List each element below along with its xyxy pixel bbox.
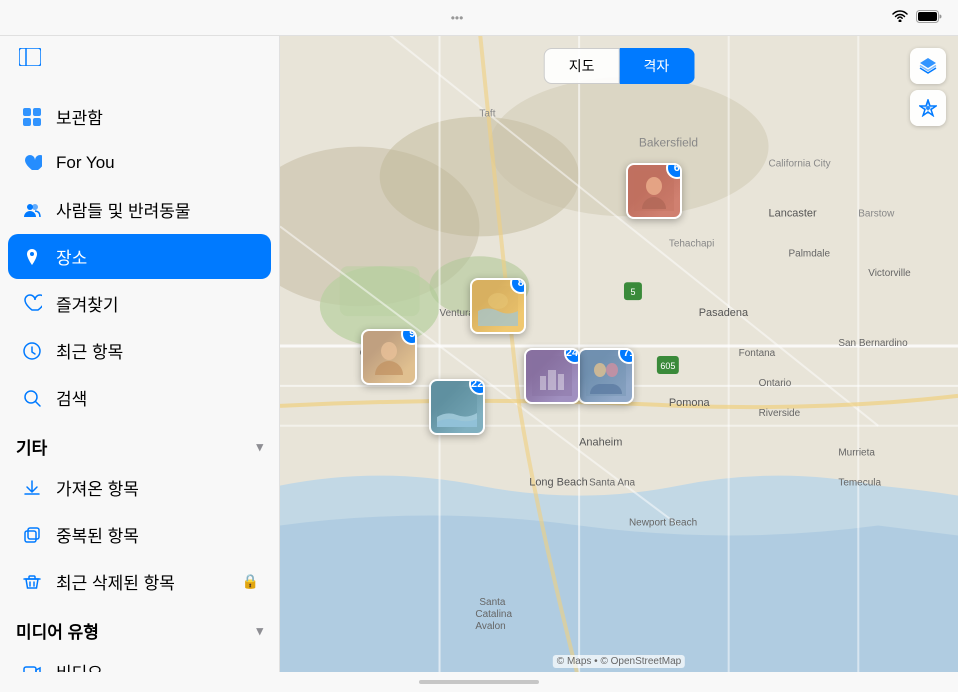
svg-text:Long Beach: Long Beach xyxy=(529,477,587,489)
section-label-mediatype: 미디어 유형 xyxy=(16,618,99,643)
svg-text:Santa: Santa xyxy=(479,597,506,608)
sidebar-nav: 보관함 For You 사람들 및 반려동물장소즐겨찾기최근 항목검색 xyxy=(0,94,279,420)
status-bar: ••• xyxy=(0,0,958,36)
home-bar xyxy=(419,680,539,684)
svg-text:Oxnard: Oxnard xyxy=(360,348,393,359)
location-button[interactable] xyxy=(910,90,946,126)
sidebar-header xyxy=(0,36,279,78)
status-bar-right xyxy=(892,10,942,26)
sidebar-toggle-button[interactable] xyxy=(16,48,44,70)
recents-nav-icon xyxy=(20,339,44,363)
sidebar-item-duplicates[interactable]: 중복된 항목 xyxy=(8,512,271,557)
svg-text:Lancaster: Lancaster xyxy=(769,207,817,219)
svg-text:Bakersfield: Bakersfield xyxy=(639,136,698,150)
places-nav-icon xyxy=(20,245,44,269)
imported-icon xyxy=(20,476,44,500)
section-header-mediatype[interactable]: 미디어 유형 ▾ xyxy=(0,604,279,647)
svg-text:Catalina: Catalina xyxy=(475,609,512,620)
video-icon xyxy=(20,660,44,673)
sidebar-sections: 기타 ▾ 가져온 항목중복된 항목최근 삭제된 항목 🔒 미디어 유형 ▾ 비디오셀피Liv… xyxy=(0,420,279,672)
svg-text:Victorville: Victorville xyxy=(868,268,911,279)
section-chevron-other: ▾ xyxy=(256,439,263,455)
sidebar-title xyxy=(0,78,279,94)
sidebar: 보관함 For You 사람들 및 반려동물장소즐겨찾기최근 항목검색 기타 ▾ 가져온… xyxy=(0,36,280,672)
map-layers-button[interactable] xyxy=(910,48,946,84)
deleted-lock-icon: 🔒 xyxy=(242,573,259,590)
sidebar-item-search[interactable]: 검색 xyxy=(8,375,271,420)
status-center: ••• xyxy=(451,11,464,25)
svg-text:Newport Beach: Newport Beach xyxy=(629,517,697,528)
favorites-nav-label: 즐겨찾기 xyxy=(56,291,259,316)
sidebar-item-library[interactable]: 보관함 xyxy=(8,94,271,139)
svg-text:Taft: Taft xyxy=(479,109,495,120)
svg-text:5: 5 xyxy=(630,287,635,297)
svg-text:Santa Ana: Santa Ana xyxy=(589,478,635,489)
home-indicator xyxy=(0,672,958,692)
video-label: 비디오 xyxy=(56,659,259,672)
foryou-nav-icon xyxy=(20,151,44,175)
map-tab-map[interactable]: 지도 xyxy=(544,48,620,84)
map-area: Los Angeles Pasadena Pomona Fontana Onta… xyxy=(280,36,958,672)
map-copyright: © Maps • © OpenStreetMap xyxy=(553,655,685,668)
svg-text:605: 605 xyxy=(660,361,675,371)
people-nav-label: 사람들 및 반려동물 xyxy=(56,197,259,222)
ellipsis-icon: ••• xyxy=(451,11,464,25)
svg-text:Fontana: Fontana xyxy=(739,348,776,359)
nav-group-mediatype: 비디오셀피Live Photo인물 사진 xyxy=(0,649,279,672)
svg-text:California City: California City xyxy=(769,159,831,170)
svg-text:Los Angeles: Los Angeles xyxy=(549,353,632,369)
imported-label: 가져온 항목 xyxy=(56,475,259,500)
svg-text:Tehachapi: Tehachapi xyxy=(669,238,714,249)
foryou-nav-label: For You xyxy=(56,153,259,173)
map-tab-grid[interactable]: 격자 xyxy=(620,48,695,84)
wifi-icon xyxy=(892,10,908,25)
svg-text:Barstow: Barstow xyxy=(858,208,895,219)
sidebar-item-deleted[interactable]: 최근 삭제된 항목 🔒 xyxy=(8,559,271,604)
svg-text:Murrieta: Murrieta xyxy=(838,448,875,459)
svg-text:Avalon: Avalon xyxy=(475,621,505,632)
library-nav-icon xyxy=(20,105,44,129)
people-nav-icon xyxy=(20,198,44,222)
map-toolbar: 지도격자 xyxy=(544,48,695,84)
svg-text:Ontario: Ontario xyxy=(759,378,792,389)
svg-text:Anaheim: Anaheim xyxy=(579,437,622,449)
duplicates-icon xyxy=(20,523,44,547)
library-nav-label: 보관함 xyxy=(56,104,259,129)
svg-text:Ventura: Ventura xyxy=(440,308,475,319)
search-nav-icon xyxy=(20,386,44,410)
sidebar-item-video[interactable]: 비디오 xyxy=(8,649,271,672)
favorites-nav-icon xyxy=(20,292,44,316)
sidebar-item-recents[interactable]: 최근 항목 xyxy=(8,328,271,373)
copyright-text: © Maps • © OpenStreetMap xyxy=(557,656,681,667)
deleted-label: 최근 삭제된 항목 xyxy=(56,569,230,594)
duplicates-label: 중복된 항목 xyxy=(56,522,259,547)
places-nav-label: 장소 xyxy=(56,244,259,269)
battery-icon xyxy=(916,10,942,26)
svg-text:Riverside: Riverside xyxy=(759,408,801,419)
main-layout: 보관함 For You 사람들 및 반려동물장소즐겨찾기최근 항목검색 기타 ▾ 가져온… xyxy=(0,36,958,672)
sidebar-icon xyxy=(19,48,41,71)
search-nav-label: 검색 xyxy=(56,385,259,410)
sidebar-item-people[interactable]: 사람들 및 반려동물 xyxy=(8,187,271,232)
section-label-other: 기타 xyxy=(16,434,47,459)
section-header-other[interactable]: 기타 ▾ xyxy=(0,420,279,463)
svg-text:San Bernardino: San Bernardino xyxy=(838,338,908,349)
sidebar-item-imported[interactable]: 가져온 항목 xyxy=(8,465,271,510)
map-right-controls xyxy=(910,48,946,126)
svg-text:Temecula: Temecula xyxy=(838,478,881,489)
deleted-icon xyxy=(20,570,44,594)
nav-group-other: 가져온 항목중복된 항목최근 삭제된 항목 🔒 xyxy=(0,465,279,604)
sidebar-item-places[interactable]: 장소 xyxy=(8,234,271,279)
svg-text:Palmdale: Palmdale xyxy=(789,248,831,259)
svg-text:Pomona: Pomona xyxy=(669,397,711,409)
sidebar-item-foryou[interactable]: For You xyxy=(8,141,271,185)
section-chevron-mediatype: ▾ xyxy=(256,623,263,639)
sidebar-item-favorites[interactable]: 즐겨찾기 xyxy=(8,281,271,326)
recents-nav-label: 최근 항목 xyxy=(56,338,259,363)
svg-text:Pasadena: Pasadena xyxy=(699,307,749,319)
